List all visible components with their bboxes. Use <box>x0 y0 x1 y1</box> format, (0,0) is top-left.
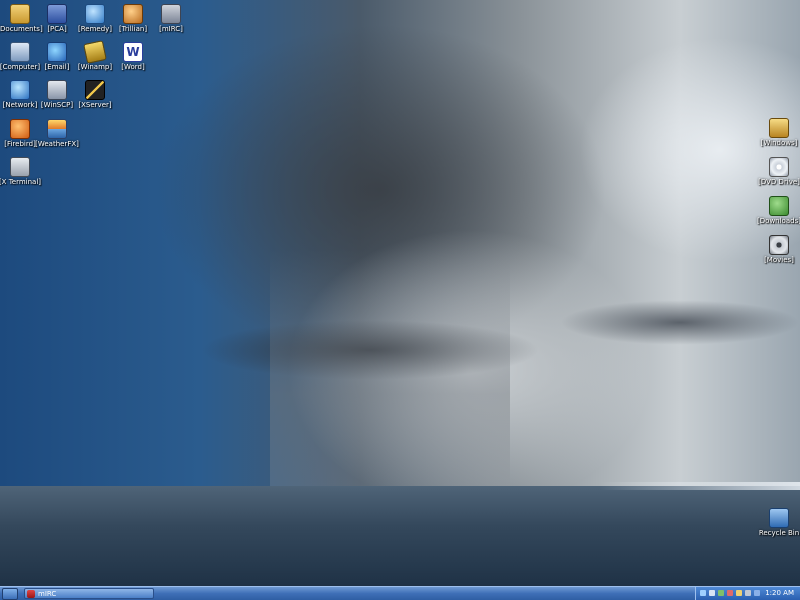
winamp-icon <box>83 40 107 64</box>
tray-messenger-icon[interactable] <box>736 590 742 596</box>
downloads-icon <box>769 196 789 216</box>
trillian-icon <box>123 4 143 24</box>
system-tray: 1:20 AM <box>695 587 800 600</box>
computer-icon <box>10 42 30 62</box>
desktop-icon-dvd-drive[interactable]: [DVD Drive] <box>758 157 800 186</box>
desktop-icon-recycle-bin[interactable]: Recycle Bin <box>759 508 799 537</box>
desktop-icon-label: [X Terminal] <box>0 178 42 186</box>
network-icon <box>10 80 30 100</box>
desktop-icon-label: [XServer] <box>78 101 112 109</box>
desktop-icon-x-terminal[interactable]: [X Terminal] <box>0 157 41 186</box>
taskbar: mIRC 1:20 AM <box>0 586 800 600</box>
mirc-icon <box>161 4 181 24</box>
start-button[interactable] <box>2 588 18 600</box>
pca-icon <box>47 4 67 24</box>
tray-volume-icon[interactable] <box>745 590 751 596</box>
desktop-icon-word[interactable]: W [Word] <box>113 42 153 71</box>
taskbar-item-label: mIRC <box>38 590 57 598</box>
weatherfx-icon <box>47 119 67 139</box>
taskbar-clock[interactable]: 1:20 AM <box>765 587 794 600</box>
desktop-icon-label: [Word] <box>121 63 145 71</box>
desktop-icon-label: [Windows] <box>760 139 798 147</box>
desktop-icon-downloads[interactable]: [Downloads] <box>757 196 800 225</box>
tray-monitor-icon[interactable] <box>709 590 715 596</box>
wallpaper-horizon <box>600 482 800 490</box>
remedy-icon <box>85 4 105 24</box>
desktop-icon-label: [Movies] <box>764 256 794 264</box>
desktop-icon-weatherfx[interactable]: [WeatherFX] <box>35 119 79 148</box>
folder-documents-icon <box>10 4 30 24</box>
desktop-wallpaper <box>0 0 800 586</box>
wallpaper-sea <box>0 486 800 586</box>
firebird-icon <box>10 119 30 139</box>
desktop-icon-label: [WeatherFX] <box>35 140 79 148</box>
xserver-icon <box>85 80 105 100</box>
windows-folder-icon <box>769 118 789 138</box>
movies-icon <box>769 235 789 255</box>
desktop-icon-windows[interactable]: [Windows] <box>759 118 799 147</box>
recycle-bin-icon <box>769 508 789 528</box>
winscp-icon <box>47 80 67 100</box>
mirc-task-icon <box>27 590 35 598</box>
tray-app-icon[interactable] <box>718 590 724 596</box>
terminal-icon <box>10 157 30 177</box>
dvd-drive-icon <box>769 157 789 177</box>
desktop-icon-label: [DVD Drive] <box>758 178 800 186</box>
desktop-icon-movies[interactable]: [Movies] <box>759 235 799 264</box>
taskbar-item-mirc[interactable]: mIRC <box>24 588 154 599</box>
tray-alert-icon[interactable] <box>727 590 733 596</box>
email-icon <box>47 42 67 62</box>
wallpaper-rain <box>270 250 510 490</box>
wallpaper-cloud <box>560 300 800 345</box>
desktop-icon-label: [Downloads] <box>757 217 800 225</box>
desktop-icon-label: [mIRC] <box>159 25 183 33</box>
tray-network-icon[interactable] <box>700 590 706 596</box>
desktop-icon-mirc[interactable]: [mIRC] <box>151 4 191 33</box>
desktop-icon-xserver[interactable]: [XServer] <box>75 80 115 109</box>
desktop-icon-label: Recycle Bin <box>758 529 800 537</box>
tray-security-icon[interactable] <box>754 590 760 596</box>
word-icon: W <box>123 42 143 62</box>
